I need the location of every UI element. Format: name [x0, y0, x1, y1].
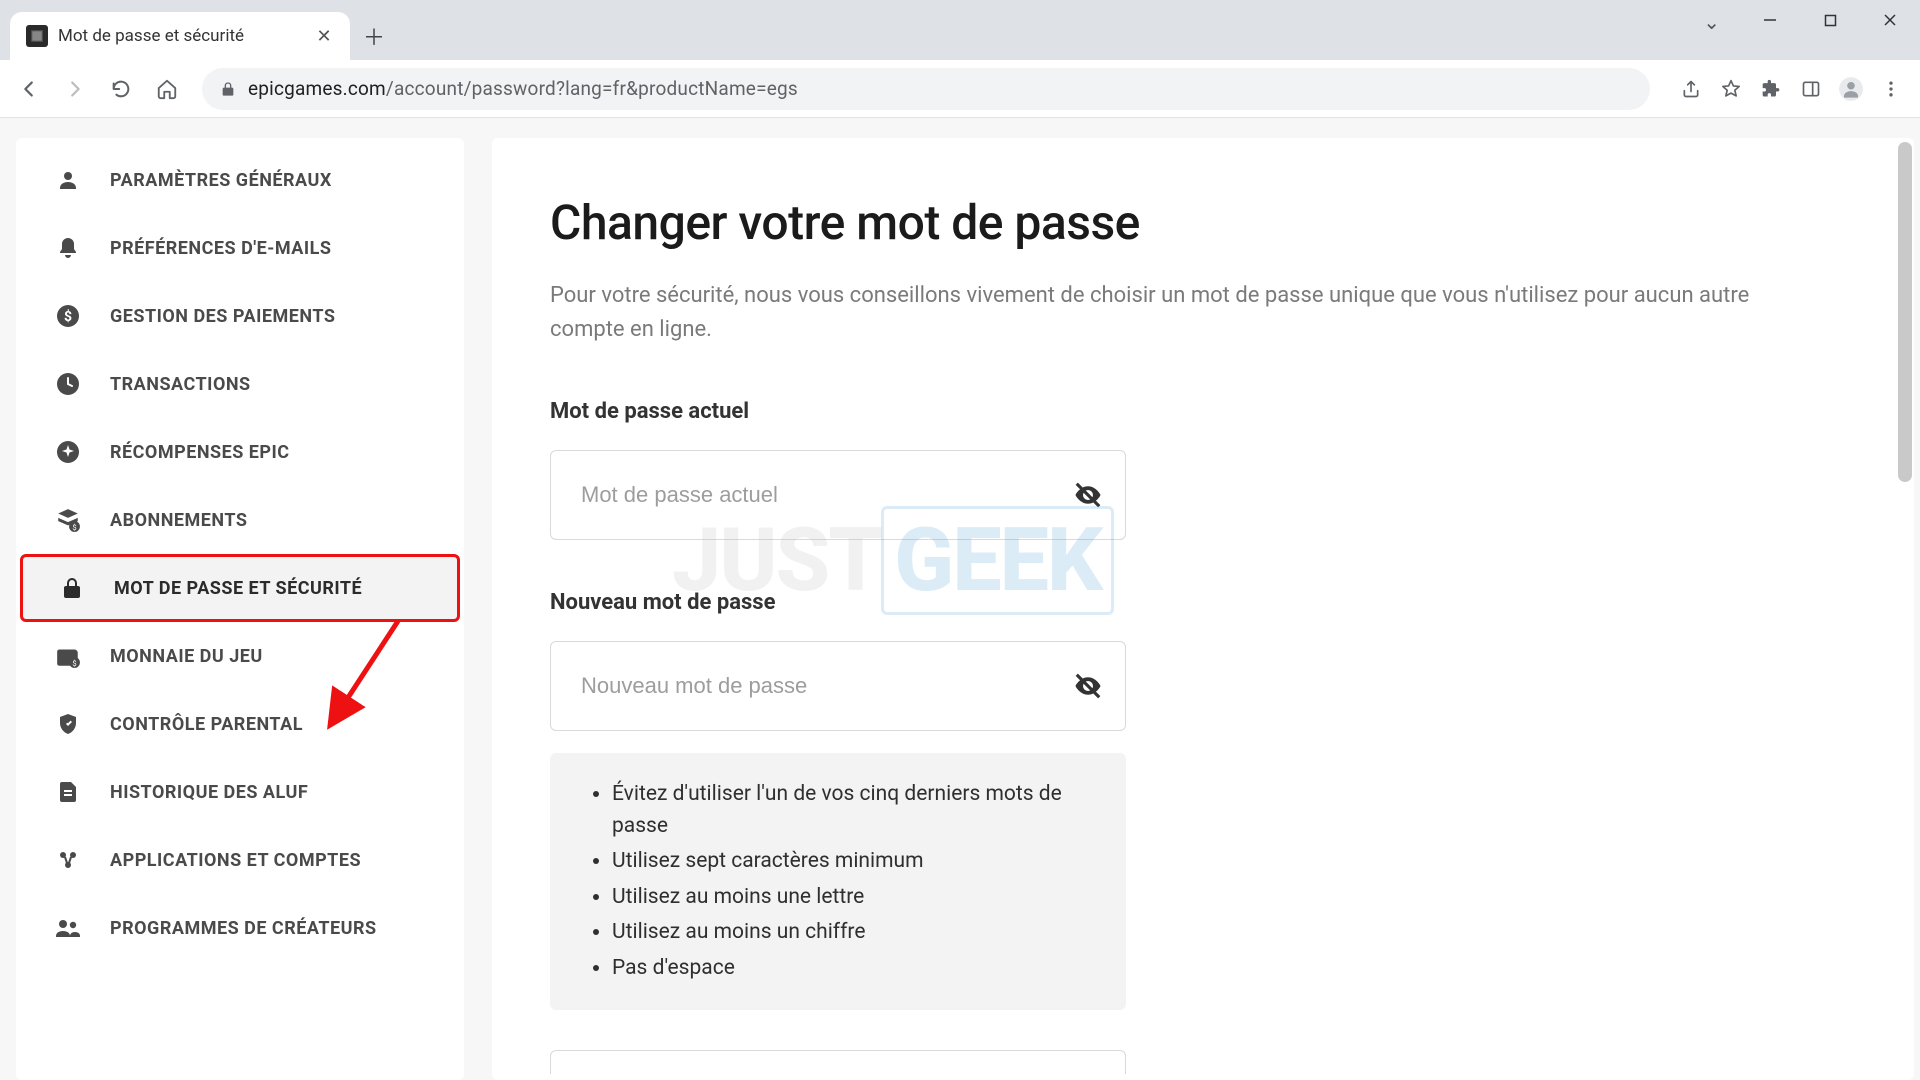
main-panel: JUSTGEEK Changer votre mot de passe Pour… — [492, 138, 1914, 1080]
extensions-button[interactable] — [1752, 70, 1790, 108]
nav-forward-button[interactable] — [56, 70, 94, 108]
window-minimize-button[interactable] — [1740, 0, 1800, 40]
profile-button[interactable] — [1832, 70, 1870, 108]
address-bar[interactable]: epicgames.com/account/password?lang=fr&p… — [202, 68, 1650, 110]
tab-favicon — [26, 25, 48, 47]
page-heading: Changer votre mot de passe — [550, 194, 1834, 251]
sparkle-icon — [54, 438, 82, 466]
people-icon — [54, 914, 82, 942]
window-maximize-button[interactable] — [1800, 0, 1860, 40]
scrollbar[interactable] — [1898, 142, 1912, 482]
sidebar-item-apps-accounts[interactable]: Applications et comptes — [16, 826, 464, 894]
password-rule: Évitez d'utiliser l'un de vos cinq derni… — [612, 777, 1092, 844]
clock-icon — [54, 370, 82, 398]
password-rule: Utilisez au moins une lettre — [612, 880, 1092, 916]
window-controls — [1740, 0, 1920, 40]
current-password-input[interactable] — [550, 450, 1126, 540]
sidebar-item-creator-programs[interactable]: Programmes de créateurs — [16, 894, 464, 962]
browser-toolbar: epicgames.com/account/password?lang=fr&p… — [0, 60, 1920, 118]
sidebar-label: Récompenses Epic — [110, 442, 290, 463]
new-password-label: Nouveau mot de passe — [550, 590, 1834, 615]
sidebar-item-transactions[interactable]: Transactions — [16, 350, 464, 418]
confirm-password-field-peek — [550, 1050, 1126, 1074]
tab-title: Mot de passe et sécurité — [58, 26, 304, 46]
nav-reload-button[interactable] — [102, 70, 140, 108]
person-icon — [54, 166, 82, 194]
tab-search-button[interactable]: ⌄ — [1703, 10, 1720, 34]
lock-icon — [220, 81, 236, 97]
password-rule: Utilisez sept caractères minimum — [612, 844, 1092, 880]
apps-icon — [54, 846, 82, 874]
sidebar-label: Abonnements — [110, 510, 247, 531]
sidebar-label: Paramètres généraux — [110, 170, 332, 191]
current-password-field-wrap — [550, 450, 1126, 540]
sidebar-label: Historique des ALUF — [110, 782, 308, 803]
sidebar-item-parental[interactable]: Contrôle parental — [16, 690, 464, 758]
sidebar-label: Monnaie du jeu — [110, 646, 263, 667]
sidebar-label: Gestion des paiements — [110, 306, 335, 327]
sidebar-item-rewards[interactable]: Récompenses Epic — [16, 418, 464, 486]
svg-text:$: $ — [72, 523, 76, 532]
window-close-button[interactable] — [1860, 0, 1920, 40]
chrome-menu-button[interactable] — [1872, 70, 1910, 108]
password-rule: Utilisez au moins un chiffre — [612, 915, 1092, 951]
new-password-input[interactable] — [550, 641, 1126, 731]
nav-home-button[interactable] — [148, 70, 186, 108]
url-text: epicgames.com/account/password?lang=fr&p… — [248, 77, 798, 100]
svg-text:$: $ — [64, 308, 72, 325]
sidebar-label: Transactions — [110, 374, 251, 395]
current-password-label: Mot de passe actuel — [550, 399, 1834, 424]
browser-tab[interactable]: Mot de passe et sécurité ✕ — [10, 12, 350, 60]
toggle-visibility-icon[interactable] — [1072, 670, 1104, 702]
doc-icon — [54, 778, 82, 806]
new-tab-button[interactable]: ＋ — [356, 18, 392, 54]
password-rule: Pas d'espace — [612, 951, 1092, 987]
bell-icon — [54, 234, 82, 262]
sidebar-label: Contrôle parental — [110, 714, 303, 735]
sidebar-item-email[interactable]: Préférences d'e-mails — [16, 214, 464, 282]
page-subtitle: Pour votre sécurité, nous vous conseillo… — [550, 279, 1790, 347]
account-sidebar: Paramètres généraux Préférences d'e-mail… — [16, 138, 464, 1080]
shield-icon — [54, 710, 82, 738]
sidebar-item-subscriptions[interactable]: $ Abonnements — [16, 486, 464, 554]
toggle-visibility-icon[interactable] — [1072, 479, 1104, 511]
sidebar-item-eula-history[interactable]: Historique des ALUF — [16, 758, 464, 826]
sidebar-item-general[interactable]: Paramètres généraux — [16, 146, 464, 214]
sidebar-label: Programmes de créateurs — [110, 918, 377, 939]
bookmark-button[interactable] — [1712, 70, 1750, 108]
dollar-icon: $ — [54, 302, 82, 330]
sidebar-label: Mot de passe et sécurité — [114, 578, 362, 599]
coin-icon: $ — [54, 642, 82, 670]
nav-back-button[interactable] — [10, 70, 48, 108]
share-button[interactable] — [1672, 70, 1710, 108]
browser-tabstrip: Mot de passe et sécurité ✕ ＋ ⌄ — [0, 0, 1920, 60]
lock-icon — [58, 574, 86, 602]
sidebar-item-payments[interactable]: $ Gestion des paiements — [16, 282, 464, 350]
sidebar-item-wallet[interactable]: $ Monnaie du jeu — [16, 622, 464, 690]
sidepanel-button[interactable] — [1792, 70, 1830, 108]
tab-close-button[interactable]: ✕ — [314, 26, 334, 46]
password-rules-box: Évitez d'utiliser l'un de vos cinq derni… — [550, 753, 1126, 1010]
sidebar-item-password-security[interactable]: Mot de passe et sécurité — [20, 554, 460, 622]
new-password-field-wrap — [550, 641, 1126, 731]
sidebar-label: Préférences d'e-mails — [110, 238, 332, 259]
svg-text:$: $ — [72, 659, 76, 668]
subscription-icon: $ — [54, 506, 82, 534]
sidebar-label: Applications et comptes — [110, 850, 361, 871]
page-content: Paramètres généraux Préférences d'e-mail… — [0, 118, 1920, 1080]
